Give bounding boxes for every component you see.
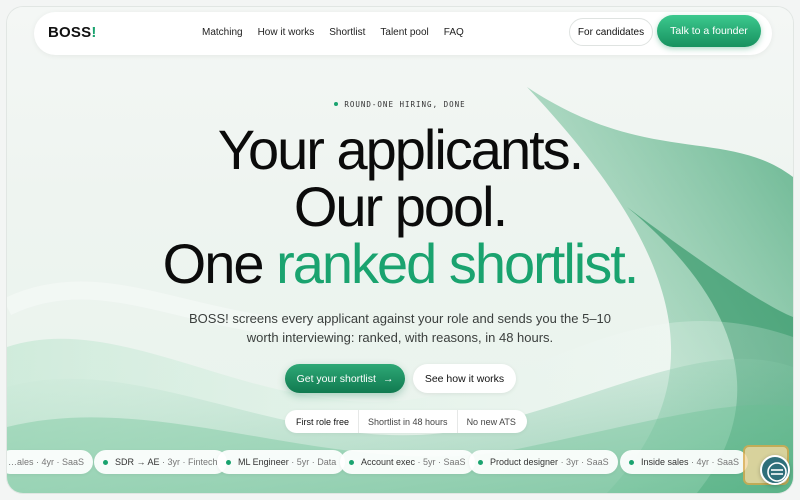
tag-meta: · 4yr · SaaS: [36, 457, 85, 467]
ticker-tag: …ales · 4yr · SaaS: [7, 450, 94, 474]
hero-eyebrow: ROUND-ONE HIRING, DONE: [7, 100, 793, 109]
brand-name: BOSS: [48, 24, 92, 41]
tag-role: Product designer: [490, 457, 559, 467]
nav-link-shortlist[interactable]: Shortlist: [329, 27, 365, 38]
hero-subtitle: BOSS! screens every applicant against yo…: [188, 311, 612, 345]
talk-to-founder-button[interactable]: Talk to a founder: [657, 15, 761, 47]
feature-pills: First role free Shortlist in 48 hours No…: [285, 410, 527, 433]
candidate-ticker: …ales · 4yr · SaaS SDR → AE · 3yr · Fint…: [7, 450, 793, 474]
tag-meta: · 5yr · Data: [291, 457, 337, 467]
ticker-tag: Product designer · 3yr · SaaS: [469, 450, 618, 474]
headline-line-2: Our pool.: [293, 175, 508, 238]
nav-link-matching[interactable]: Matching: [202, 27, 243, 38]
tag-role: ML Engineer: [238, 457, 289, 467]
ticker-tag: Inside sales · 4yr · SaaS: [620, 450, 749, 474]
eyebrow-dot-icon: [334, 102, 339, 106]
pill-shortlist-48h: Shortlist in 48 hours: [359, 410, 458, 433]
headline-line-3: One ranked shortlist.: [7, 235, 793, 292]
brand-mark: !: [91, 24, 97, 41]
hero-headline: Your applicants. Our pool. One ranked sh…: [7, 121, 793, 292]
ticker-tag: Account exec · 5yr · SaaS: [340, 450, 475, 474]
status-dot-icon: [478, 459, 483, 465]
get-shortlist-button[interactable]: Get your shortlist →: [285, 364, 405, 393]
tag-role: Inside sales: [641, 457, 689, 467]
page-frame: BOSS! Matching How it works Shortlist Ta…: [7, 7, 793, 493]
tag-meta: · 3yr · Fintech: [162, 457, 218, 467]
tag-meta: · 3yr · SaaS: [560, 457, 609, 467]
eyebrow-text: ROUND-ONE HIRING, DONE: [344, 100, 466, 109]
for-candidates-button[interactable]: For candidates: [569, 18, 653, 46]
ticker-tag: SDR → AE · 3yr · Fintech: [94, 450, 227, 474]
pill-first-role-free: First role free: [287, 410, 360, 433]
chat-widget-icon[interactable]: [760, 455, 790, 485]
nav-links: Matching How it works Shortlist Talent p…: [202, 27, 464, 38]
nav-link-faq[interactable]: FAQ: [444, 27, 464, 38]
pill-no-new-ats: No new ATS: [466, 416, 516, 427]
headline-line-3-start: One: [162, 232, 277, 295]
get-shortlist-label: Get your shortlist: [296, 372, 376, 385]
tag-role: Account exec: [361, 457, 416, 467]
tag-meta: · 4yr · SaaS: [691, 457, 740, 467]
brand-logo[interactable]: BOSS!: [48, 24, 97, 41]
tag-meta: · 5yr · SaaS: [417, 457, 466, 467]
see-how-it-works-button[interactable]: See how it works: [413, 364, 516, 393]
nav-link-talent-pool[interactable]: Talent pool: [380, 27, 428, 38]
nav-link-how-it-works[interactable]: How it works: [258, 27, 315, 38]
top-nav: BOSS! Matching How it works Shortlist Ta…: [34, 12, 772, 55]
arrow-right-icon: →: [382, 372, 394, 385]
headline-accent: ranked shortlist.: [276, 232, 639, 295]
status-dot-icon: [103, 459, 108, 465]
tag-role: …ales: [8, 457, 34, 467]
status-dot-icon: [226, 459, 231, 465]
headline-line-1: Your applicants.: [217, 118, 584, 181]
status-dot-icon: [629, 459, 634, 465]
status-dot-icon: [349, 459, 354, 465]
ticker-tag: ML Engineer · 5yr · Data: [217, 450, 346, 474]
tag-role: SDR → AE: [115, 457, 160, 467]
